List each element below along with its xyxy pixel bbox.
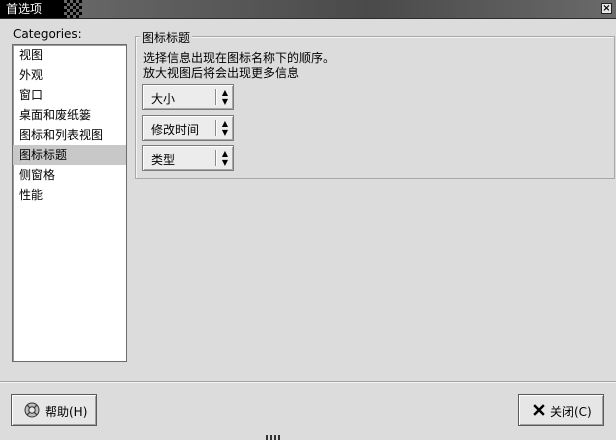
- window-close-icon[interactable]: ×: [601, 3, 612, 14]
- description-line-1: 选择信息出现在图标名称下的顺序。: [143, 51, 336, 65]
- description-line-2: 放大视图后将会出现更多信息: [143, 66, 300, 80]
- title-bar: 首选项 ×: [0, 0, 616, 19]
- up-down-arrows-icon: ▲ ▼: [221, 149, 229, 167]
- combo-divider: [215, 150, 216, 166]
- caption-select-1[interactable]: 大小 ▲ ▼: [142, 84, 234, 110]
- category-item-icon-list-views[interactable]: 图标和列表视图: [13, 125, 126, 145]
- category-item-windows[interactable]: 窗口: [13, 85, 126, 105]
- close-button-label: 关闭(C): [550, 405, 592, 419]
- category-item-view[interactable]: 视图: [13, 45, 126, 65]
- combo-divider: [215, 89, 216, 105]
- up-down-arrows-icon: ▲ ▼: [221, 119, 229, 137]
- close-x-icon: [533, 404, 545, 416]
- footer-separator: [0, 381, 616, 382]
- help-button-label: 帮助(H): [45, 405, 88, 419]
- categories-label: Categories:: [13, 27, 82, 41]
- caption-select-value: 修改时间: [151, 123, 200, 137]
- combo-divider: [215, 120, 216, 136]
- window-title: 首选项: [0, 0, 82, 18]
- category-item-performance[interactable]: 性能: [13, 185, 126, 205]
- resize-grip[interactable]: [266, 435, 282, 440]
- help-lifebuoy-icon: [24, 402, 40, 418]
- category-item-desktop-trash[interactable]: 桌面和废纸篓: [13, 105, 126, 125]
- caption-select-value: 大小: [151, 92, 176, 106]
- close-button[interactable]: 关闭(C): [518, 394, 604, 426]
- group-title: 图标标题: [140, 29, 193, 46]
- help-button[interactable]: 帮助(H): [11, 394, 97, 426]
- up-down-arrows-icon: ▲ ▼: [221, 88, 229, 106]
- caption-select-3[interactable]: 类型 ▲ ▼: [142, 145, 234, 171]
- category-item-icon-captions[interactable]: 图标标题: [13, 145, 126, 165]
- caption-select-value: 类型: [151, 153, 176, 167]
- category-item-appearance[interactable]: 外观: [13, 65, 126, 85]
- categories-list[interactable]: 视图 外观 窗口 桌面和废纸篓 图标和列表视图 图标标题 侧窗格 性能: [12, 44, 127, 362]
- caption-select-2[interactable]: 修改时间 ▲ ▼: [142, 115, 234, 141]
- category-item-side-pane[interactable]: 侧窗格: [13, 165, 126, 185]
- group-description: 选择信息出现在图标名称下的顺序。 放大视图后将会出现更多信息: [143, 51, 335, 81]
